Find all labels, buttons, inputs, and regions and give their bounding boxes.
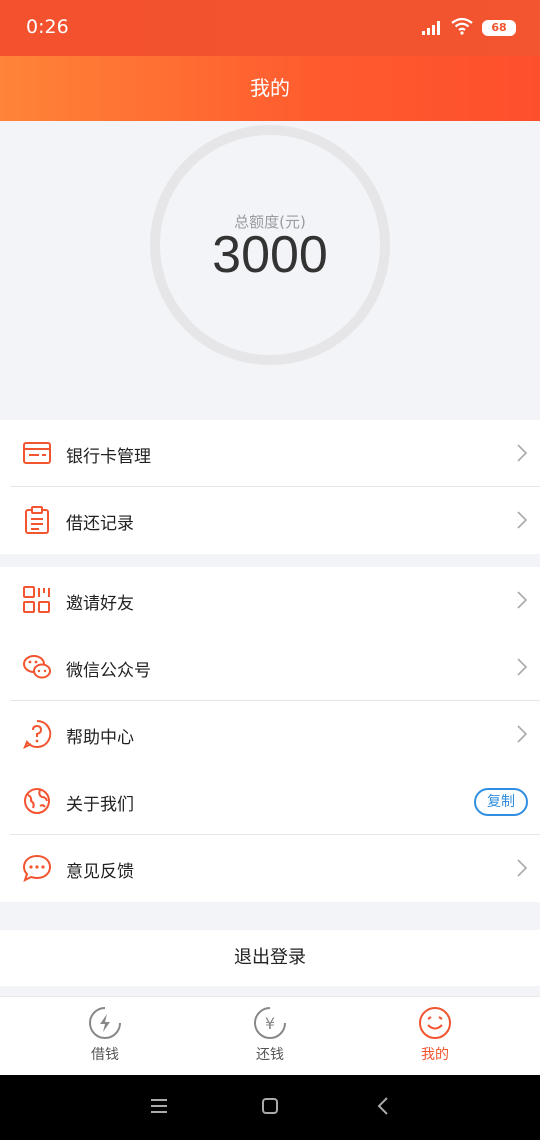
menu-item-wechat-account[interactable]: 微信公众号 — [0, 634, 540, 701]
credit-panel: 总额度(元) 3000 — [0, 121, 540, 420]
credit-amount: 3000 — [212, 226, 328, 284]
logout-button[interactable]: 退出登录 — [0, 930, 540, 986]
status-bar: 0:26 68 — [0, 0, 540, 56]
chevron-right-icon — [517, 511, 528, 529]
chevron-right-icon — [517, 444, 528, 462]
tab-label: 我的 — [421, 1047, 449, 1063]
menu-item-invite-friends[interactable]: 邀请好友 — [0, 567, 540, 634]
menu-item-label: 关于我们 — [66, 795, 134, 815]
battery-icon: 68 — [482, 20, 516, 36]
page-title: 我的 — [0, 56, 540, 121]
menu-item-label: 邀请好友 — [66, 594, 134, 614]
tab-repay[interactable]: ¥ 还钱 — [220, 1005, 320, 1064]
menu-item-borrow-history[interactable]: 借还记录 — [0, 487, 540, 554]
home-icon[interactable] — [261, 1097, 279, 1115]
status-time: 0:26 — [26, 16, 69, 38]
menu-group-account: 银行卡管理 借还记录 — [0, 420, 540, 554]
lightning-icon — [89, 1007, 121, 1039]
qrcode-icon — [23, 586, 50, 613]
menu-item-label: 帮助中心 — [66, 728, 134, 748]
tab-mine[interactable]: 我的 — [385, 1005, 485, 1064]
menu-icon[interactable] — [150, 1097, 168, 1115]
menu-item-label: 意见反馈 — [66, 862, 134, 882]
menu-item-label: 银行卡管理 — [66, 447, 151, 467]
menu-item-bank-card[interactable]: 银行卡管理 — [0, 420, 540, 487]
smile-icon — [419, 1007, 451, 1039]
menu-item-feedback[interactable]: 意见反馈 — [0, 835, 540, 902]
bottom-tab-bar: 借钱 ¥ 还钱 我的 — [0, 996, 540, 1075]
copy-button[interactable]: 复制 — [474, 788, 528, 816]
menu-item-label: 借还记录 — [66, 514, 134, 534]
chevron-right-icon — [517, 725, 528, 743]
back-icon[interactable] — [376, 1097, 390, 1115]
clipboard-icon — [25, 506, 49, 534]
help-icon — [23, 719, 52, 749]
tab-label: 借钱 — [91, 1047, 119, 1063]
menu-group-general: 邀请好友 微信公众号 帮助中心 关于我们 复制 意见反馈 — [0, 567, 540, 902]
menu-item-label: 微信公众号 — [66, 661, 151, 681]
chevron-right-icon — [517, 658, 528, 676]
bank-card-icon — [23, 442, 51, 464]
chat-icon — [22, 854, 52, 882]
globe-icon — [24, 788, 50, 814]
tab-label: 还钱 — [256, 1047, 284, 1063]
system-nav-bar — [0, 1075, 540, 1140]
chevron-right-icon — [517, 591, 528, 609]
tab-borrow[interactable]: 借钱 — [55, 1005, 155, 1064]
wifi-icon — [451, 17, 473, 35]
svg-text:¥: ¥ — [265, 1014, 275, 1033]
signal-icon — [422, 21, 440, 35]
yen-icon: ¥ — [254, 1007, 286, 1039]
chevron-right-icon — [517, 859, 528, 877]
menu-item-help-center[interactable]: 帮助中心 — [0, 701, 540, 768]
wechat-icon — [23, 655, 51, 679]
menu-item-about-us[interactable]: 关于我们 复制 — [0, 768, 540, 835]
